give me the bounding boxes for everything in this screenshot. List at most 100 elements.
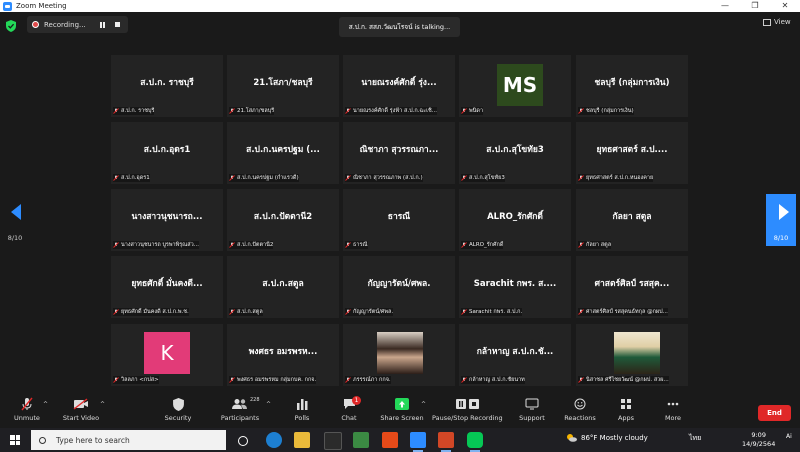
participant-label-text: Sarachit กพร. ส.ป.ก. xyxy=(469,309,523,315)
participants-chevron-icon[interactable]: ^ xyxy=(266,401,271,408)
participant-tile[interactable]: ส.ป.ก. ราชบุรี ส.ป.ก. ราชบุรี xyxy=(111,55,223,117)
more-label: More xyxy=(664,414,682,422)
task-view-icon[interactable] xyxy=(238,436,248,446)
weather-widget[interactable]: 86°F Mostly cloudy xyxy=(566,433,648,442)
powerpoint-icon[interactable] xyxy=(438,432,454,452)
participant-tile[interactable]: ธารณี ธารณี xyxy=(343,189,455,251)
mic-muted-icon xyxy=(578,309,584,315)
support-button[interactable]: Support xyxy=(518,397,546,422)
participant-tile[interactable]: ภรรรณ์ภา กกจ. xyxy=(343,324,455,386)
mic-muted-icon xyxy=(345,175,351,181)
participant-display-name: ส.ป.ก. ราชบุรี xyxy=(140,78,194,88)
clock-date: 14/9/2564 xyxy=(742,440,776,448)
language-indicator[interactable]: ไทย xyxy=(689,433,701,444)
chrome-icon[interactable] xyxy=(353,432,369,448)
participant-tile[interactable]: นางสาวนุชนารถ... นางสาวนุชนารถ บูรพาพิรุณ… xyxy=(111,189,223,251)
participant-tile[interactable]: ส.ป.ก.สตูล ส.ป.ก.สตูล xyxy=(227,256,339,318)
apps-button[interactable]: Apps xyxy=(615,397,637,422)
video-off-icon xyxy=(73,398,88,410)
participant-tile[interactable]: กัลยา สตูล กัลยา สตูล xyxy=(576,189,688,251)
zoom-taskbar-icon[interactable] xyxy=(410,432,426,452)
edge-browser-icon[interactable] xyxy=(266,432,282,448)
office-icon[interactable] xyxy=(382,432,398,448)
participant-tile[interactable]: ALRO_รักศักดิ์ ALRO_รักศักดิ์ xyxy=(459,189,571,251)
notification-ai-label[interactable]: Ai xyxy=(786,433,792,440)
mic-muted-icon xyxy=(229,242,235,248)
windows-start-icon[interactable] xyxy=(10,435,20,445)
participant-tile[interactable]: MS พนิดา xyxy=(459,55,571,117)
end-meeting-button[interactable]: End xyxy=(758,405,791,421)
mic-muted-icon xyxy=(578,175,584,181)
window-title: Zoom Meeting xyxy=(16,2,67,10)
participant-name-label: ALRO_รักศักดิ์ xyxy=(461,241,504,249)
more-button[interactable]: More xyxy=(662,397,684,422)
mic-muted-icon xyxy=(345,309,351,315)
maximize-button[interactable]: ❐ xyxy=(740,0,770,12)
participant-display-name: กัลยา สตูล xyxy=(612,212,652,222)
mic-muted-icon xyxy=(578,108,584,114)
pause-stop-recording-button[interactable]: Pause/Stop Recording xyxy=(432,397,503,422)
mic-muted-icon xyxy=(578,242,584,248)
participant-name-label: ส.ป.ก.สุโขทัย3 xyxy=(461,174,505,182)
participant-label-text: นายณรงค์ศักดิ์ รุ่งฟ้า ส.ป.ก.ฉะเชิ... xyxy=(353,108,437,114)
participant-display-name: 21.โสภา/ชลบุรี xyxy=(253,78,313,88)
participant-tile[interactable]: ส.ป.ก.นครปฐม (... ส.ป.ก.นครปฐม (กำแรวดี) xyxy=(227,122,339,184)
minimize-button[interactable]: — xyxy=(710,0,740,12)
audio-options-chevron-icon[interactable]: ^ xyxy=(43,401,48,408)
recording-indicator: Recording... xyxy=(27,16,128,33)
stop-recording-icon[interactable] xyxy=(114,22,120,27)
participant-tile[interactable]: พงศธร อมรพรห... พงศธร อมรพรหม กลุ่มกบค. ก… xyxy=(227,324,339,386)
security-button[interactable]: Security xyxy=(162,397,194,422)
taskbar-search-placeholder: Type here to search xyxy=(56,435,130,445)
previous-page-button[interactable]: 8/10 xyxy=(0,194,30,246)
participant-name-label: นางสาวนุชนารถ บูรพาพิรุณส่ว... xyxy=(113,241,199,249)
participants-label: Participants xyxy=(220,414,260,422)
system-clock[interactable]: 9:09 14/9/2564 xyxy=(742,431,775,449)
security-shield-icon[interactable] xyxy=(6,20,16,32)
windows-taskbar: Type here to search 86°F Mostly cloudy ไ… xyxy=(0,428,800,452)
participant-tile[interactable]: K วิลลภา <กปส> xyxy=(111,324,223,386)
participant-label-text: ณิชาภา สุวรรณภาพ (ส.ป.ก.) xyxy=(353,175,423,181)
participant-tile[interactable]: ส.ป.ก.ปัตตานี2 ส.ป.ก.ปัตตานี2 xyxy=(227,189,339,251)
participant-label-text: พนิดา xyxy=(469,108,484,114)
polls-button[interactable]: Polls xyxy=(291,397,313,422)
participant-tile[interactable]: ยุทธศาสตร์ ส.ป.... ยุทธศาสตร์ ส.ป.ก.หนองค… xyxy=(576,122,688,184)
video-options-chevron-icon[interactable]: ^ xyxy=(100,401,105,408)
unmute-button[interactable]: Unmute ^ xyxy=(10,397,48,422)
pause-recording-icon[interactable] xyxy=(99,21,105,28)
support-monitor-icon xyxy=(525,398,539,410)
store-icon[interactable] xyxy=(324,432,342,450)
chat-button[interactable]: Chat 1 xyxy=(338,396,361,422)
share-options-chevron-icon[interactable]: ^ xyxy=(421,401,426,408)
participant-display-name: กัญญารัตน์/ศพล. xyxy=(367,279,431,289)
participant-name-label: นายณรงค์ศักดิ์ รุ่งฟ้า ส.ป.ก.ฉะเชิ... xyxy=(345,107,437,115)
participant-tile[interactable]: กล้าหาญ ส.ป.ก.ชั... กล้าหาญ ส.ป.ก.ชัยนาท xyxy=(459,324,571,386)
participants-button[interactable]: Participants 228 ^ xyxy=(218,397,271,422)
taskbar-search-input[interactable]: Type here to search xyxy=(31,430,226,450)
participant-tile[interactable]: ส.ป.ก.สุโขทัย3 ส.ป.ก.สุโขทัย3 xyxy=(459,122,571,184)
participant-tile[interactable]: นายณรงค์ศักดิ์ รุ่ง... นายณรงค์ศักดิ์ รุ่… xyxy=(343,55,455,117)
participant-tile[interactable]: ส.ป.ก.อุดร1 ส.ป.ก.อุดร1 xyxy=(111,122,223,184)
line-app-icon[interactable] xyxy=(467,432,483,452)
participant-display-name: ส.ป.ก.อุดร1 xyxy=(143,145,191,155)
participant-name-label: ส.ป.ก.อุดร1 xyxy=(113,174,150,182)
smiley-icon xyxy=(574,398,586,410)
participant-photo xyxy=(377,332,423,374)
participant-tile[interactable]: Sarachit กพร. ส.... Sarachit กพร. ส.ป.ก. xyxy=(459,256,571,318)
participant-tile[interactable]: ศาสตร์ศิลป์ รสสุค... ศาสตร์ศิลป์ รสสุคนธ์… xyxy=(576,256,688,318)
reactions-button[interactable]: Reactions xyxy=(563,397,597,422)
participant-tile[interactable]: ณิชาภา สุวรรณภา... ณิชาภา สุวรรณภาพ (ส.ป.… xyxy=(343,122,455,184)
recording-controls-label: Pause/Stop Recording xyxy=(432,414,503,422)
start-video-button[interactable]: Start Video ^ xyxy=(62,397,105,422)
close-window-button[interactable]: ✕ xyxy=(770,0,800,12)
participant-tile[interactable]: ชลบุรี (กลุ่มการเงิน) ชลบุรี (กลุ่มการเงิ… xyxy=(576,55,688,117)
view-button[interactable]: View xyxy=(763,18,791,26)
next-page-button[interactable]: 8/10 xyxy=(766,194,796,246)
mic-muted-icon xyxy=(461,108,467,114)
participant-tile[interactable]: ยุทธศักดิ์ มั่นคงดี... ยุทธศักดิ์ มั่นคงด… xyxy=(111,256,223,318)
participant-tile[interactable]: 21.โสภา/ชลบุรี 21.โสภา/ชลบุรี xyxy=(227,55,339,117)
participant-tile[interactable]: กัญญารัตน์/ศพล. กัญญารัตน์/ศพล. xyxy=(343,256,455,318)
file-explorer-icon[interactable] xyxy=(294,432,310,448)
share-screen-button[interactable]: Share Screen ^ xyxy=(378,397,426,422)
participant-tile[interactable]: นิสาชล ศรีไชยวัฒน์ @กผป. สวผ... xyxy=(576,324,688,386)
